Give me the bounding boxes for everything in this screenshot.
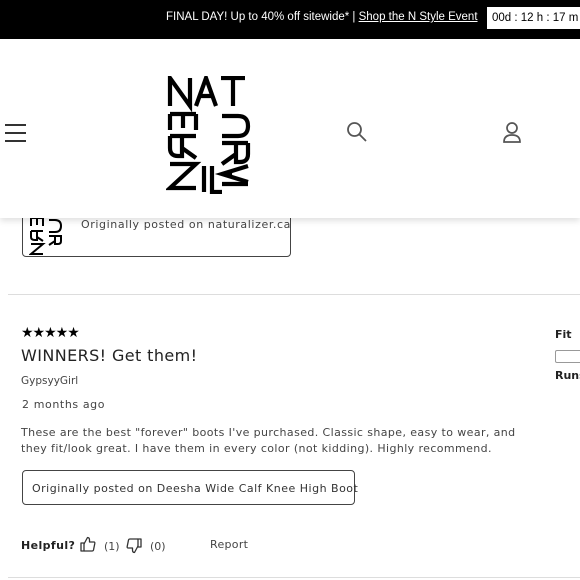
review-title: WINNERS! Get them! (21, 346, 198, 365)
review-body: These are the best "forever" boots I've … (21, 426, 516, 455)
review-divider-top (8, 294, 580, 295)
promo-text: FINAL DAY! Up to 40% off sitewide* | (166, 11, 359, 23)
previous-origin-text: Originally posted on naturalizer.ca (81, 218, 292, 231)
hamburger-icon[interactable] (5, 123, 27, 143)
helpful-label: Helpful? (21, 539, 76, 552)
shop-event-link[interactable]: Shop the N Style Event (359, 11, 478, 23)
fit-scale-bar (555, 350, 580, 363)
star-rating: ★★★★★ (21, 325, 80, 341)
origin-text: Originally posted on Deesha Wide Calf Kn… (32, 482, 359, 495)
promo-message: FINAL DAY! Up to 40% off sitewide* | Sho… (166, 11, 478, 23)
review-divider-bottom (8, 577, 580, 578)
helpful-yes-count: (1) (104, 540, 120, 553)
promo-bar: FINAL DAY! Up to 40% off sitewide* | Sho… (0, 0, 580, 39)
report-link[interactable]: Report (210, 538, 248, 551)
naturalizer-mini-logo (29, 217, 63, 255)
countdown-timer: 00d : 12 h : 17 m (487, 7, 580, 29)
account-icon[interactable] (501, 121, 523, 145)
site-header (0, 39, 580, 218)
fit-label: Fit (555, 328, 572, 341)
search-icon[interactable] (346, 121, 368, 143)
thumbs-down-icon[interactable] (126, 538, 142, 554)
review-author: GypsyyGirl (21, 375, 79, 387)
helpful-no-count: (0) (150, 540, 166, 553)
thumbs-up-icon[interactable] (80, 536, 96, 552)
origin-badge: Originally posted on Deesha Wide Calf Kn… (22, 470, 359, 505)
review-date: 2 months ago (22, 398, 106, 411)
naturalizer-logo[interactable] (166, 76, 252, 194)
fit-runs-label: Runs (555, 369, 580, 382)
